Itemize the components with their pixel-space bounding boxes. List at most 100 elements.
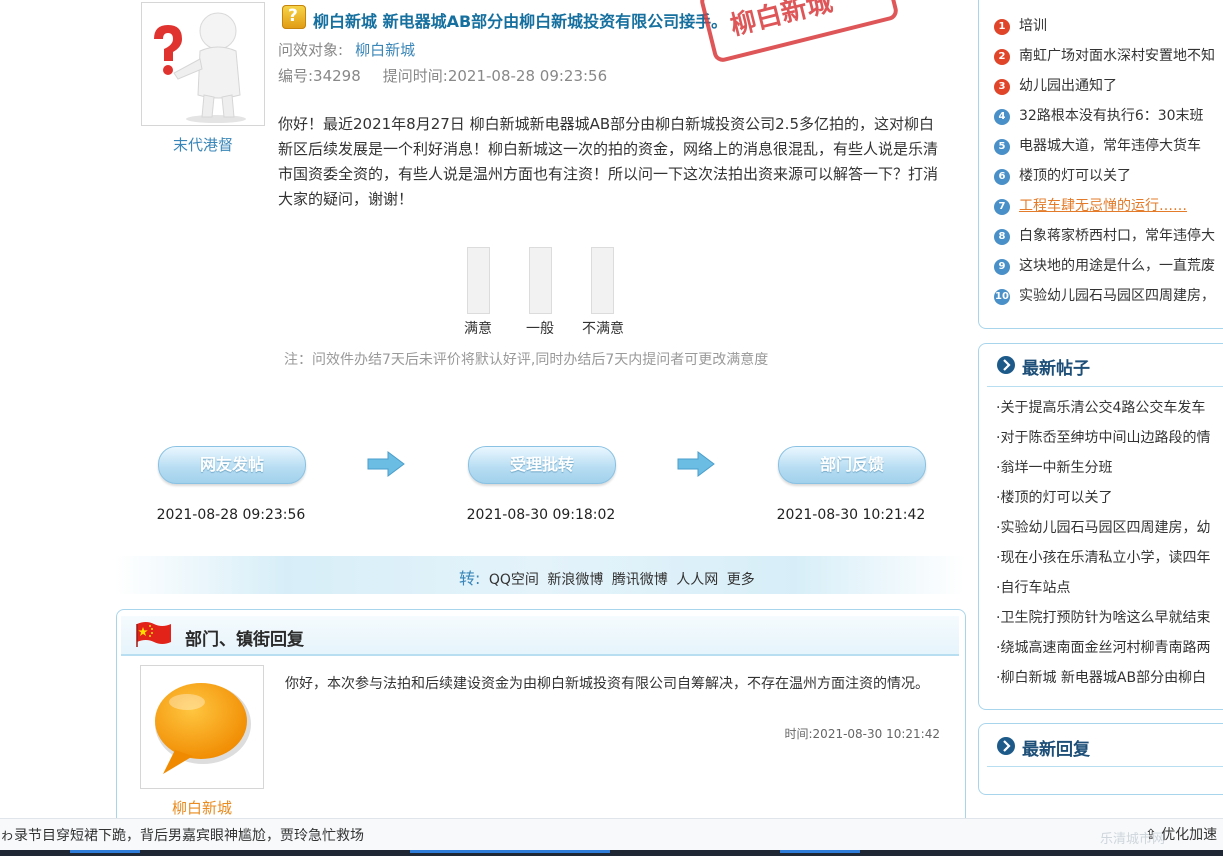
hot-topic-link[interactable]: 幼儿园出通知了 (1019, 78, 1117, 94)
hot-topic-link[interactable]: 培训 (1019, 18, 1047, 34)
latest-post-item[interactable]: ·绕城高速南面金丝河村柳青南路两 (996, 637, 1210, 657)
stamp-seal: 柳白新城 (698, 0, 900, 64)
latest-post-item[interactable]: ·自行车站点 (996, 577, 1070, 597)
rank-badge-icon: 8 (994, 229, 1010, 245)
question-id: 编号:34298 (278, 67, 361, 85)
hot-topic-link[interactable]: 南虹广场对面水深村安置地不知 (1019, 48, 1215, 64)
neutral-bar[interactable] (529, 247, 552, 314)
taskbar-item[interactable] (70, 850, 140, 853)
latest-post-link[interactable]: 关于提高乐清公交4路公交车发车 (1000, 400, 1205, 416)
rank-badge-icon: 3 (994, 79, 1010, 95)
rocket-icon: ⇪ (1145, 827, 1157, 843)
question-meta-row: 编号:34298 提问时间:2021-08-28 09:23:56 (278, 65, 607, 86)
news-ticker[interactable]: ゎ录节目穿短裙下跪，背后男嘉宾眼神尴尬，贾玲急忙救场 (0, 825, 364, 845)
step-accept-time: 2021-08-30 09:18:02 (466, 507, 616, 523)
target-label: 问效对象: (278, 41, 344, 59)
hot-topic-item[interactable]: 9 这块地的用途是什么，一直荒废 (994, 255, 1215, 275)
latest-post-item[interactable]: ·关于提高乐清公交4路公交车发车 (996, 397, 1205, 417)
arrow-right-icon (367, 451, 405, 477)
question-time: 提问时间:2021-08-28 09:23:56 (382, 67, 608, 85)
neutral-label[interactable]: 一般 (510, 318, 570, 338)
hot-topic-item[interactable]: 1 培训 (994, 15, 1047, 35)
latest-post-item[interactable]: ·翁垟一中新生分班 (996, 457, 1112, 477)
hot-topic-link[interactable]: 工程车肆无忌惮的运行…… (1019, 198, 1187, 214)
asker-name[interactable]: 末代港督 (141, 134, 265, 155)
rank-badge-icon: 5 (994, 139, 1010, 155)
taskbar-item[interactable] (780, 850, 860, 853)
latest-post-link[interactable]: 自行车站点 (1000, 580, 1070, 596)
share-weibo-link[interactable]: 新浪微博 (547, 572, 603, 588)
latest-post-item[interactable]: ·柳白新城 新电器城AB部分由柳白 (996, 667, 1206, 687)
hot-topic-item[interactable]: 6 楼顶的灯可以关了 (994, 165, 1131, 185)
optimize-speed-label: 优化加速 (1161, 827, 1218, 843)
satisfaction-note: 注：问效件办结7天后未评价将默认好评,同时办结后7天内提问者可更改满意度 (284, 352, 769, 368)
latest-post-link[interactable]: 绕城高速南面金丝河村柳青南路两 (1000, 640, 1210, 656)
question-title[interactable]: 柳白新城 新电器城AB部分由柳白新城投资有限公司接手。 (313, 8, 727, 32)
unsatisfied-label[interactable]: 不满意 (573, 318, 633, 338)
latest-post-link[interactable]: 柳白新城 新电器城AB部分由柳白 (1000, 670, 1206, 686)
step-post-time: 2021-08-28 09:23:56 (156, 507, 306, 523)
share-more-link[interactable]: 更多 (727, 572, 755, 588)
hot-topic-link[interactable]: 这块地的用途是什么，一直荒废 (1019, 258, 1215, 274)
latest-post-link[interactable]: 现在小孩在乐清私立小学，读四年 (1000, 550, 1210, 566)
hot-topic-item[interactable]: 4 32路根本没有执行6：30末班 (994, 105, 1204, 125)
share-tencent-weibo-link[interactable]: 腾讯微博 (612, 572, 668, 588)
taskbar (0, 850, 1223, 856)
latest-post-item[interactable]: ·现在小孩在乐清私立小学，读四年 (996, 547, 1210, 567)
latest-replies-title: 最新回复 (1022, 740, 1090, 760)
hot-topic-item[interactable]: 7 工程车肆无忌惮的运行…… (994, 195, 1187, 215)
rank-badge-icon: 6 (994, 169, 1010, 185)
latest-post-item[interactable]: ·卫生院打预防针为啥这么早就结束 (996, 607, 1210, 627)
share-links: 转: QQ空间 新浪微博 腾讯微博 人人网 更多 (459, 565, 759, 589)
hot-topic-link[interactable]: 白象蒋家桥西村口，常年违停大 (1019, 228, 1215, 244)
hot-topic-link[interactable]: 楼顶的灯可以关了 (1019, 168, 1131, 184)
unsatisfied-bar[interactable] (591, 247, 614, 314)
hot-topic-link[interactable]: 实验幼儿园石马园区四周建房， (1019, 288, 1215, 304)
question-badge-icon: ? (282, 5, 306, 29)
step-feedback-button[interactable]: 部门反馈 (778, 446, 926, 484)
dept-avatar (140, 665, 264, 789)
share-qzone-link[interactable]: QQ空间 (489, 572, 539, 588)
hot-topic-item[interactable]: 8 白象蒋家桥西村口，常年违停大 (994, 225, 1215, 245)
hot-topic-item[interactable]: 5 电器城大道，常年违停大货车 (994, 135, 1201, 155)
latest-post-link[interactable]: 实验幼儿园石马园区四周建房，幼 (1000, 520, 1210, 536)
hot-topic-item[interactable]: 10 实验幼儿园石马园区四周建房， (994, 285, 1215, 305)
rank-badge-icon: 4 (994, 109, 1010, 125)
hot-topic-link[interactable]: 32路根本没有执行6：30末班 (1019, 108, 1204, 124)
arrow-circle-icon (997, 737, 1015, 755)
taskbar-item[interactable] (410, 850, 610, 853)
rank-badge-icon: 2 (994, 49, 1010, 65)
reply-panel-title: 部门、镇街回复 (185, 630, 304, 650)
rank-badge-icon: 7 (994, 199, 1010, 215)
latest-post-item[interactable]: ·实验幼儿园石马园区四周建房，幼 (996, 517, 1210, 537)
satisfied-bar[interactable] (467, 247, 490, 314)
step-feedback-time: 2021-08-30 10:21:42 (776, 507, 926, 523)
step-accept-button[interactable]: 受理批转 (468, 446, 616, 484)
share-prefix: 转: (459, 569, 481, 588)
question-body: 你好！最近2021年8月27日 柳白新城新电器城AB部分由柳白新城投资公司2.5… (278, 115, 939, 208)
speech-bubble-icon (155, 683, 251, 774)
china-flag-icon (136, 622, 171, 647)
rank-badge-icon: 10 (994, 289, 1010, 305)
rank-badge-icon: 9 (994, 259, 1010, 275)
share-renren-link[interactable]: 人人网 (676, 572, 718, 588)
hot-topic-item[interactable]: 2 南虹广场对面水深村安置地不知 (994, 45, 1215, 65)
dept-name[interactable]: 柳白新城 (140, 797, 264, 818)
question-target-row: 问效对象: 柳白新城 (278, 39, 415, 60)
latest-post-link[interactable]: 翁垟一中新生分班 (1000, 460, 1112, 476)
hot-topic-item[interactable]: 3 幼儿园出通知了 (994, 75, 1117, 95)
reply-body: 你好，本次参与法拍和后续建设资金为由柳白新城投资有限公司自筹解决，不存在温州方面… (285, 676, 929, 692)
target-link[interactable]: 柳白新城 (355, 41, 415, 59)
hot-topic-link[interactable]: 电器城大道，常年违停大货车 (1019, 138, 1201, 154)
latest-posts-title: 最新帖子 (1022, 359, 1090, 379)
arrow-circle-icon (997, 356, 1015, 374)
step-post-button[interactable]: 网友发帖 (158, 446, 306, 484)
satisfied-label[interactable]: 满意 (448, 318, 508, 338)
latest-post-link[interactable]: 楼顶的灯可以关了 (1000, 490, 1112, 506)
latest-post-item[interactable]: ·对于陈岙至绅坊中间山边路段的情 (996, 427, 1210, 447)
latest-post-item[interactable]: ·楼顶的灯可以关了 (996, 487, 1112, 507)
latest-post-link[interactable]: 卫生院打预防针为啥这么早就结束 (1000, 610, 1210, 626)
optimize-speed-button[interactable]: ⇪ 优化加速 (1145, 824, 1217, 844)
arrow-right-icon (677, 451, 715, 477)
latest-post-link[interactable]: 对于陈岙至绅坊中间山边路段的情 (1000, 430, 1210, 446)
